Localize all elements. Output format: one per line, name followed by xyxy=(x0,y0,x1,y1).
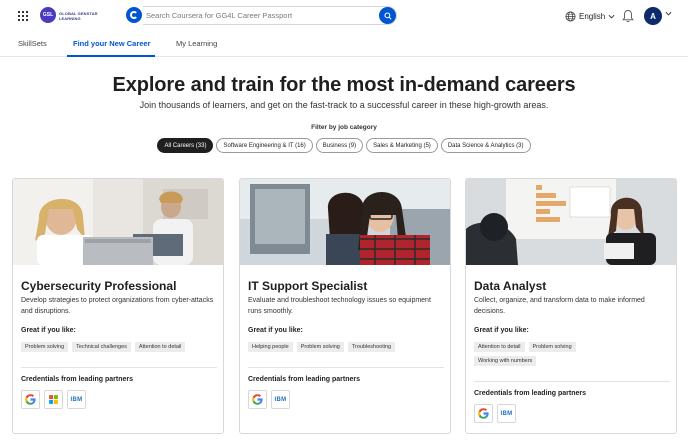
great-if-you-like-label: Great if you like: xyxy=(474,327,529,334)
org-logo[interactable]: GSL xyxy=(40,7,56,23)
search-button[interactable] xyxy=(379,7,396,24)
career-card-data-analyst[interactable]: Data Analyst Collect, organize, and tran… xyxy=(465,178,677,434)
ibm-logo-text: IBM xyxy=(500,410,513,417)
filter-label: Filter by job category xyxy=(311,124,377,131)
interest-tags: Helping people Problem solving Troublesh… xyxy=(248,342,446,352)
page-title: Explore and train for the most in-demand… xyxy=(112,74,576,96)
filter-chip-software-engineering[interactable]: Software Engineering & IT (16) xyxy=(216,138,313,153)
partner-logos: IBM xyxy=(248,390,290,409)
interest-tag: Attention to detail xyxy=(134,342,186,352)
credentials-label: Credentials from leading partners xyxy=(474,390,587,397)
career-description: Develop strategies to protect organizati… xyxy=(21,297,214,315)
google-logo xyxy=(21,390,40,409)
nav-tabs: SkillSets Find your New Career My Learni… xyxy=(0,32,688,57)
notification-bell-icon[interactable] xyxy=(622,9,634,23)
career-photo xyxy=(13,179,223,265)
partner-logos: IBM xyxy=(474,404,516,423)
credentials-label: Credentials from leading partners xyxy=(21,376,134,383)
tab-find-your-new-career[interactable]: Find your New Career xyxy=(73,39,151,48)
career-card-it-support[interactable]: IT Support Specialist Evaluate and troub… xyxy=(239,178,451,434)
google-icon xyxy=(25,394,36,405)
active-tab-indicator xyxy=(67,55,155,57)
tab-my-learning[interactable]: My Learning xyxy=(176,39,217,48)
search-input[interactable] xyxy=(146,7,374,23)
filter-chip-business[interactable]: Business (9) xyxy=(315,138,364,153)
partner-logos: IBM xyxy=(21,390,86,409)
org-name: GLOBAL GENSTAR LEARNING xyxy=(59,11,98,21)
career-description: Collect, organize, and transform data to… xyxy=(474,297,645,315)
interest-tag: Problem solving xyxy=(21,342,69,352)
filter-chip-data-science[interactable]: Data Science & Analytics (3) xyxy=(440,138,531,153)
tab-skillsets[interactable]: SkillSets xyxy=(18,39,47,48)
career-title[interactable]: Data Analyst xyxy=(474,279,546,293)
google-logo xyxy=(474,404,493,423)
ibm-logo: IBM xyxy=(67,390,86,409)
ibm-logo-text: IBM xyxy=(70,396,83,403)
microsoft-logo xyxy=(44,390,63,409)
chevron-down-icon xyxy=(608,14,615,18)
interest-tag: Troubleshooting xyxy=(347,342,396,352)
search-icon xyxy=(383,11,392,20)
interest-tags: Problem solving Technical challenges Att… xyxy=(21,342,219,352)
credentials-label: Credentials from leading partners xyxy=(248,376,361,383)
career-title[interactable]: Cybersecurity Professional xyxy=(21,279,176,293)
language-selector[interactable]: English xyxy=(565,9,615,23)
ibm-logo-text: IBM xyxy=(274,396,287,403)
interest-tags: Attention to detail Problem solving Work… xyxy=(474,342,634,366)
coursera-logo-icon[interactable] xyxy=(126,7,142,23)
ibm-logo: IBM xyxy=(271,390,290,409)
top-bar: GSL GLOBAL GENSTAR LEARNING English A xyxy=(0,0,688,32)
interest-tag: Problem solving xyxy=(296,342,344,352)
filter-chips: All Careers (33) Software Engineering & … xyxy=(0,138,688,153)
page-subtitle: Join thousands of learners, and get on t… xyxy=(139,100,549,110)
career-title[interactable]: IT Support Specialist xyxy=(248,279,367,293)
globe-icon xyxy=(565,11,576,21)
language-label: English xyxy=(579,11,606,21)
interest-tag: Attention to detail xyxy=(474,342,525,352)
apps-grid-icon[interactable] xyxy=(18,11,28,21)
career-description: Evaluate and troubleshoot technology iss… xyxy=(248,297,431,315)
career-card-cybersecurity[interactable]: Cybersecurity Professional Develop strat… xyxy=(12,178,224,434)
avatar[interactable]: A xyxy=(644,7,662,25)
filter-chip-sales-marketing[interactable]: Sales & Marketing (5) xyxy=(366,138,438,153)
interest-tag: Technical challenges xyxy=(72,342,131,352)
google-logo xyxy=(248,390,267,409)
career-photo xyxy=(466,179,676,265)
interest-tag: Problem solving xyxy=(528,342,576,352)
card-divider xyxy=(21,367,217,368)
career-photo xyxy=(240,179,450,265)
card-divider xyxy=(474,381,670,382)
microsoft-icon xyxy=(49,395,58,404)
interest-tag: Helping people xyxy=(248,342,293,352)
interest-tag: Working with numbers xyxy=(474,356,537,366)
ibm-logo: IBM xyxy=(497,404,516,423)
avatar-chevron-down-icon[interactable] xyxy=(665,11,672,16)
filter-chip-all-careers[interactable]: All Careers (33) xyxy=(157,138,214,153)
great-if-you-like-label: Great if you like: xyxy=(248,327,303,334)
card-divider xyxy=(248,367,444,368)
google-icon xyxy=(478,408,489,419)
google-icon xyxy=(252,394,263,405)
great-if-you-like-label: Great if you like: xyxy=(21,327,76,334)
